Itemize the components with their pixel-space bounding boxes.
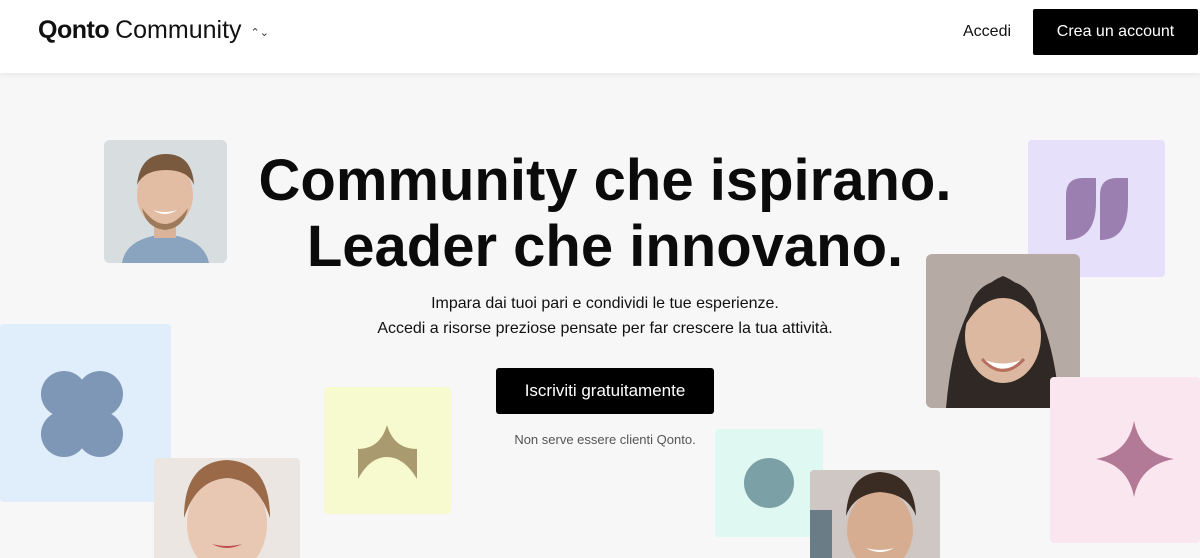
hero-title-line1: Community che ispirano.: [258, 148, 952, 213]
arch-icon: [358, 425, 417, 479]
clover-tile: [0, 324, 171, 502]
hero-subtitle-line2: Accedi a risorse preziose pensate per fa…: [377, 320, 833, 337]
brand-community-label[interactable]: Community: [115, 16, 241, 45]
create-account-button[interactable]: Crea un account: [1033, 9, 1198, 55]
clover-icon: [41, 371, 123, 457]
member-photo-young-man: [810, 470, 940, 558]
qonto-logo[interactable]: Qonto: [38, 16, 110, 45]
signup-free-button[interactable]: Iscriviti gratuitamente: [496, 368, 714, 414]
chevron-updown-icon[interactable]: ⌃⌄: [251, 27, 269, 38]
no-client-note: Non serve essere clienti Qonto.: [514, 432, 696, 447]
sparkle-icon: [1096, 421, 1174, 497]
login-link[interactable]: Accedi: [963, 23, 1011, 41]
hero-title-line2: Leader che innovano.: [306, 214, 904, 279]
brand-switcher[interactable]: Qonto Community ⌃⌄: [38, 16, 269, 45]
member-photo-woman: [154, 458, 300, 558]
hero-title: Community che ispirano. Leader che innov…: [0, 148, 1200, 280]
hero-subtitle: Impara dai tuoi pari e condividi le tue …: [0, 291, 1200, 341]
arch-tile: [324, 387, 451, 514]
sparkle-tile: [1050, 377, 1200, 543]
site-header: Qonto Community ⌃⌄ Accedi Crea un accoun…: [0, 0, 1200, 73]
hero-subtitle-line1: Impara dai tuoi pari e condividi le tue …: [431, 295, 779, 312]
